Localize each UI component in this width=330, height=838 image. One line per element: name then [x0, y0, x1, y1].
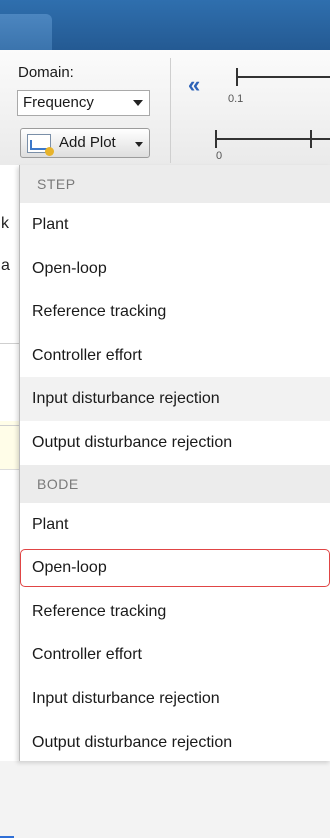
slider-tick-mark: [310, 130, 312, 148]
toolstrip-separator: [170, 58, 171, 163]
background-text: k: [1, 215, 9, 232]
menu-item-step-open-loop[interactable]: Open-loop: [20, 247, 330, 291]
domain-label: Domain:: [18, 64, 74, 81]
divider: [0, 425, 20, 426]
background-text: a: [1, 257, 10, 274]
slider-tick-mark: [236, 68, 238, 86]
menu-section-step: STEP: [20, 165, 330, 203]
slider-tick-label: 0.1: [228, 93, 244, 105]
divider: [0, 343, 20, 344]
add-plot-button[interactable]: Add Plot: [20, 128, 150, 158]
menu-item-bode-controller-effort[interactable]: Controller effort: [20, 633, 330, 677]
menu-item-bode-input-disturbance[interactable]: Input disturbance rejection: [20, 677, 330, 721]
chevron-down-icon: [133, 100, 143, 106]
background-highlight: [0, 421, 20, 470]
menu-item-bode-output-disturbance[interactable]: Output disturbance rejection: [20, 721, 330, 765]
add-plot-icon: [27, 134, 54, 156]
chevron-down-icon: [135, 142, 143, 147]
menu-item-bode-open-loop[interactable]: Open-loop: [20, 546, 330, 590]
domain-dropdown[interactable]: Frequency: [17, 90, 150, 116]
menu-item-step-plant[interactable]: Plant: [20, 203, 330, 247]
background-document: k a: [0, 165, 20, 838]
menu-item-bode-reference-tracking[interactable]: Reference tracking: [20, 590, 330, 634]
slider-track-1[interactable]: [236, 76, 330, 78]
collapse-left-icon[interactable]: «: [188, 72, 200, 98]
menu-item-step-reference-tracking[interactable]: Reference tracking: [20, 290, 330, 334]
menu-item-step-controller-effort[interactable]: Controller effort: [20, 334, 330, 378]
menu-item-step-input-disturbance[interactable]: Input disturbance rejection: [20, 377, 330, 421]
ribbon-tab[interactable]: [0, 14, 52, 50]
add-plot-menu: STEP Plant Open-loop Reference tracking …: [19, 165, 330, 761]
menu-item-bode-plant[interactable]: Plant: [20, 503, 330, 547]
menu-item-step-output-disturbance[interactable]: Output disturbance rejection: [20, 421, 330, 465]
menu-section-bode: BODE: [20, 464, 330, 503]
domain-value: Frequency: [23, 94, 94, 111]
slider-tick-mark: [215, 130, 217, 148]
slider-track-2[interactable]: [215, 138, 330, 140]
add-plot-label: Add Plot: [59, 134, 116, 151]
slider-tick-label: 0: [216, 150, 223, 162]
